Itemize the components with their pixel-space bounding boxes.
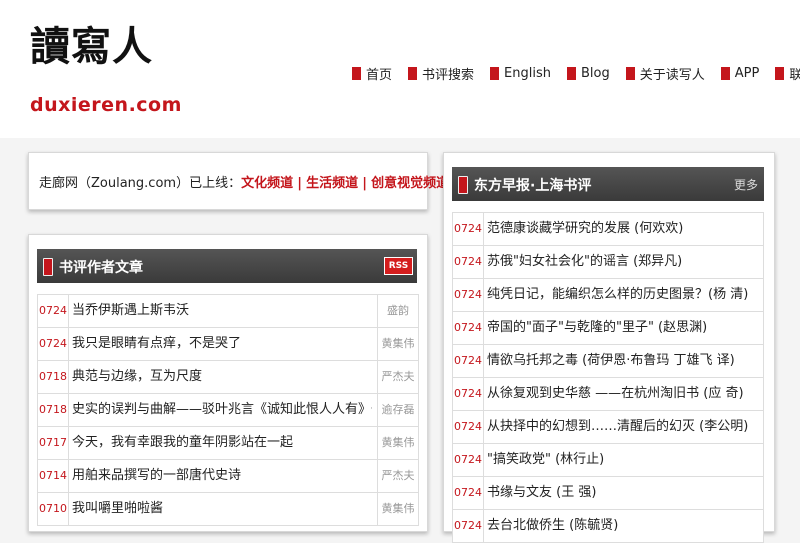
nav-bullet-icon [352,66,361,80]
item-author[interactable]: 黄集伟 [377,493,418,525]
item-author[interactable]: 严杰夫 [377,460,418,492]
announcement-line: 走廊网（Zoulang.com）已上线：文化频道 | 生活频道 | 创意视觉频道 [39,172,449,191]
announcement-box: 走廊网（Zoulang.com）已上线：文化频道 | 生活频道 | 创意视觉频道 [28,152,449,210]
list-item[interactable]: 0724 纯凭日记，能编织怎么样的历史图景？(杨 清) [452,279,764,312]
list-item[interactable]: 0724 帝国的"面子"与乾隆的"里子" (赵思渊) [452,312,764,345]
list-item[interactable]: 0724 从徐复观到史华慈 ——在杭州淘旧书 (应 奇) [452,378,764,411]
item-date: 0724 [453,279,484,311]
item-date: 0724 [453,411,484,443]
site-header: 讀寫人 duxieren.com 首页 书评搜索 English Blog 关于… [0,0,800,138]
item-title-link[interactable]: 从抉择中的幻想到……清醒后的幻灭 (李公明) [487,411,761,443]
book-icon [43,258,53,276]
nav-bullet-icon [566,66,576,80]
item-date: 0724 [453,378,484,410]
section-title: 书评作者文章 [59,260,143,276]
item-title-link[interactable]: 史实的误判与曲解——驳叶兆言《诚知此恨人人有》一文 [72,394,372,426]
list-item[interactable]: 0724 范德康谈藏学研究的发展 (何欢欢) [452,212,764,246]
nav-item-about[interactable]: 关于读写人 [625,62,705,84]
item-title-link[interactable]: 去台北做侨生 (陈毓贤) [487,510,761,542]
nav-bullet-icon [490,66,500,80]
list-item[interactable]: 0718 典范与边缘，互为尺度 严杰夫 [37,361,419,394]
item-title-link[interactable]: 范德康谈藏学研究的发展 (何欢欢) [487,213,761,245]
item-author[interactable]: 盛韵 [377,295,418,327]
item-date: 0710 [38,493,69,525]
link-life-channel[interactable]: 生活频道 [306,176,358,191]
main-nav: 首页 书评搜索 English Blog 关于读写人 APP 联系 [352,62,800,84]
item-date: 0718 [38,361,69,393]
nav-bullet-icon [720,66,730,80]
item-date: 0724 [453,345,484,377]
item-date: 0724 [453,312,484,344]
nav-item-blog[interactable]: Blog [566,62,610,84]
item-title-link[interactable]: "搞笑政党" (林行止) [487,444,761,476]
link-creative-visual-channel[interactable]: 创意视觉频道 [371,176,449,191]
nav-item-review-search[interactable]: 书评搜索 [408,62,474,84]
item-date: 0717 [38,427,69,459]
nav-bullet-icon [625,66,635,80]
list-item[interactable]: 0724 情欲乌托邦之毒 (荷伊恩·布鲁玛 丁雄飞 译) [452,345,764,378]
more-link[interactable]: 更多 [734,176,758,193]
nav-item-app[interactable]: APP [720,62,759,84]
list-item[interactable]: 0714 用舶来品撰写的一部唐代史诗 严杰夫 [37,460,419,493]
logo-chinese: 讀寫人 [30,23,153,70]
reviewer-articles-panel: 书评作者文章 RSS 0724 当乔伊斯遇上斯韦沃 盛韵 0724 我只是眼睛有点痒，… [28,234,428,532]
section-header: 书评作者文章 RSS [37,249,417,283]
article-list: 0724 当乔伊斯遇上斯韦沃 盛韵 0724 我只是眼睛有点痒，不是哭了 黄集伟 071… [37,294,419,526]
item-date: 0724 [453,213,484,245]
list-item[interactable]: 0724 从抉择中的幻想到……清醒后的幻灭 (李公明) [452,411,764,444]
item-title-link[interactable]: 书缘与文友 (王 强) [487,477,761,509]
list-item[interactable]: 0724 当乔伊斯遇上斯韦沃 盛韵 [37,294,419,328]
section-header: 东方早报·上海书评 更多 [452,167,764,201]
item-title-link[interactable]: 帝国的"面子"与乾隆的"里子" (赵思渊) [487,312,761,344]
item-title-link[interactable]: 当乔伊斯遇上斯韦沃 [72,295,372,327]
site-logo[interactable]: 讀寫人 duxieren.com [30,14,181,124]
item-title-link[interactable]: 用舶来品撰写的一部唐代史诗 [72,460,372,492]
item-author[interactable]: 严杰夫 [377,361,418,393]
list-item[interactable]: 0724 去台北做侨生 (陈毓贤) [452,510,764,543]
item-title-link[interactable]: 我叫嚼里啪啦酱 [72,493,372,525]
item-title-link[interactable]: 情欲乌托邦之毒 (荷伊恩·布鲁玛 丁雄飞 译) [487,345,761,377]
item-date: 0724 [38,328,69,360]
list-item[interactable]: 0724 苏俄"妇女社会化"的谣言 (郑异凡) [452,246,764,279]
rss-button[interactable]: RSS [384,257,413,275]
list-item[interactable]: 0710 我叫嚼里啪啦酱 黄集伟 [37,493,419,526]
review-list: 0724 范德康谈藏学研究的发展 (何欢欢) 0724 苏俄"妇女社会化"的谣言 (… [452,212,764,543]
item-title-link[interactable]: 典范与边缘，互为尺度 [72,361,372,393]
item-author[interactable]: 黄集伟 [377,427,418,459]
item-date: 0714 [38,460,69,492]
nav-item-english[interactable]: English [490,62,551,84]
list-item[interactable]: 0717 今天，我有幸跟我的童年阴影站在一起 黄集伟 [37,427,419,460]
item-title-link[interactable]: 苏俄"妇女社会化"的谣言 (郑异凡) [487,246,761,278]
list-item[interactable]: 0724 书缘与文友 (王 强) [452,477,764,510]
item-title-link[interactable]: 从徐复观到史华慈 ——在杭州淘旧书 (应 奇) [487,378,761,410]
list-item[interactable]: 0724 我只是眼睛有点痒，不是哭了 黄集伟 [37,328,419,361]
book-icon [458,176,468,194]
item-date: 0718 [38,394,69,426]
item-date: 0724 [38,295,69,327]
item-date: 0724 [453,444,484,476]
list-item[interactable]: 0718 史实的误判与曲解——驳叶兆言《诚知此恨人人有》一文 逾存磊 [37,394,419,427]
item-author[interactable]: 逾存磊 [377,394,418,426]
link-culture-channel[interactable]: 文化频道 [241,176,293,191]
link-separator: | [297,176,302,191]
item-author[interactable]: 黄集伟 [377,328,418,360]
item-date: 0724 [453,510,484,542]
nav-bullet-icon [408,66,418,80]
section-title: 东方早报·上海书评 [474,178,592,194]
item-title-link[interactable]: 今天，我有幸跟我的童年阴影站在一起 [72,427,372,459]
list-item[interactable]: 0724 "搞笑政党" (林行止) [452,444,764,477]
nav-item-contact[interactable]: 联系 [775,62,800,84]
link-separator: | [362,176,368,191]
item-date: 0724 [453,477,484,509]
nav-item-home[interactable]: 首页 [352,62,392,84]
item-title-link[interactable]: 我只是眼睛有点痒，不是哭了 [72,328,372,360]
nav-bullet-icon [775,66,785,80]
shanghai-review-panel: 东方早报·上海书评 更多 0724 范德康谈藏学研究的发展 (何欢欢) 0724 苏… [443,152,775,543]
item-date: 0724 [453,246,484,278]
logo-domain: duxieren.com [30,94,182,116]
item-title-link[interactable]: 纯凭日记，能编织怎么样的历史图景？(杨 清) [487,279,761,311]
announcement-prefix: 走廊网（Zoulang.com）已上线： [39,176,242,191]
